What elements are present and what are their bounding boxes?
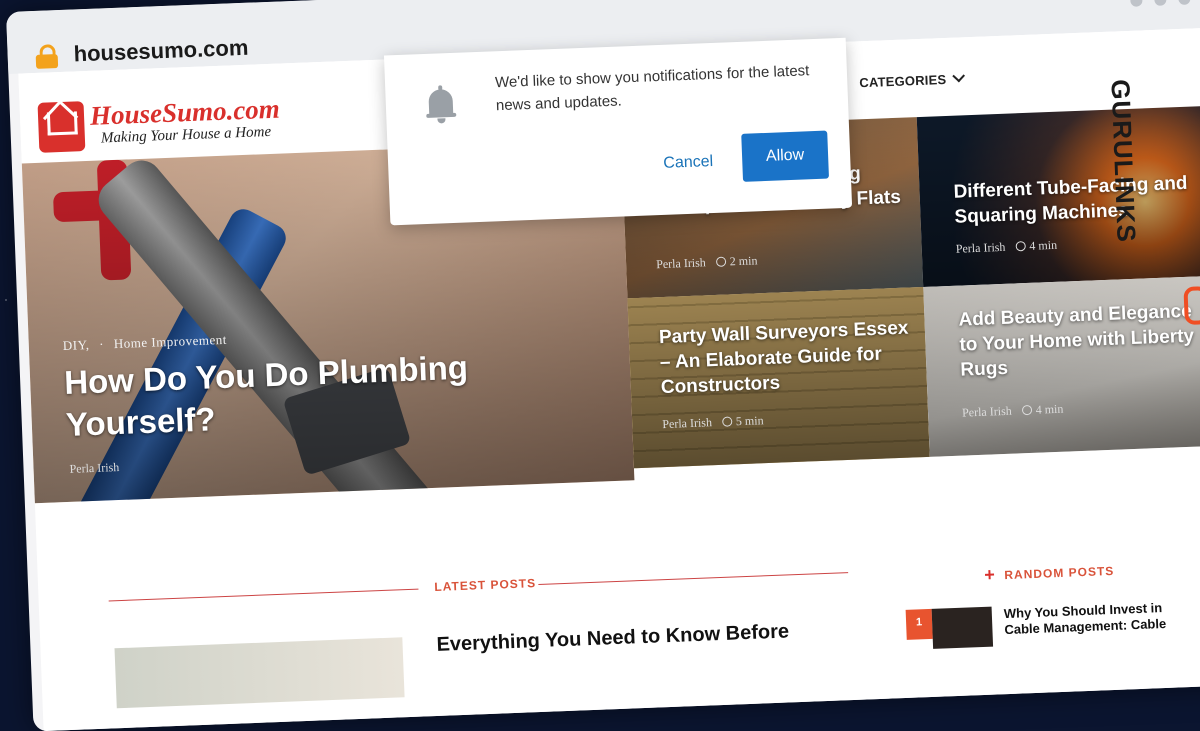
read-time: 4 min (1029, 237, 1058, 253)
hero-post-tile[interactable]: Different Tube-Facing and Squaring Machi… (916, 105, 1200, 287)
post-title[interactable]: Different Tube-Facing and Squaring Machi… (953, 170, 1200, 230)
random-post-title[interactable]: Why You Should Invest in Cable Managemen… (1004, 599, 1195, 638)
hero-post-tile[interactable]: Party Wall Surveyors Essex – An Elaborat… (627, 286, 930, 469)
clock-icon (1015, 241, 1026, 252)
nav-categories[interactable]: CATEGORIES (859, 69, 966, 91)
post-author[interactable]: Perla Irish (656, 255, 706, 271)
rank-badge: 1 (905, 608, 933, 640)
section-label: LATEST POSTS (434, 576, 537, 594)
cancel-button[interactable]: Cancel (645, 138, 731, 187)
post-author[interactable]: Perla Irish (956, 240, 1006, 256)
window-dot-icon[interactable] (1178, 0, 1191, 5)
chain-link-icon (1183, 286, 1200, 325)
hero-post-tile[interactable]: Add Beauty and Elegance to Your Home wit… (923, 275, 1200, 457)
clock-icon (715, 256, 726, 267)
notification-message: We'd like to show you notifications for … (494, 62, 810, 115)
web-page: HouseSumo.com Making Your House a Home C… (18, 27, 1200, 731)
read-time: 5 min (735, 413, 764, 429)
nav-categories-label: CATEGORIES (859, 71, 947, 91)
latest-post-title[interactable]: Everything You Need to Know Before (436, 620, 789, 657)
window-dot-icon[interactable] (1154, 0, 1167, 6)
allow-button[interactable]: Allow (741, 130, 829, 182)
window-dot-icon[interactable] (1130, 0, 1143, 7)
category-link[interactable]: Home Improvement (114, 332, 228, 351)
post-author[interactable]: Perla Irish (69, 460, 119, 477)
section-label: RANDOM POSTS (1004, 563, 1115, 583)
post-thumbnail[interactable] (931, 606, 994, 649)
read-time: 2 min (729, 253, 758, 269)
divider (538, 572, 849, 585)
clock-icon (1021, 404, 1032, 416)
bell-icon (425, 85, 457, 124)
category-link[interactable]: DIY, (63, 337, 90, 353)
house-logo-icon (37, 101, 86, 153)
post-title[interactable]: How Do You Do Plumbing Yourself? (63, 346, 486, 446)
post-title[interactable]: Party Wall Surveyors Essex – An Elaborat… (659, 316, 912, 401)
window-controls (1130, 0, 1191, 7)
post-thumbnail[interactable] (114, 637, 405, 709)
post-title[interactable]: Add Beauty and Elegance to Your Home wit… (958, 298, 1200, 382)
read-time: 4 min (1035, 401, 1064, 417)
browser-window: housesumo.com HouseSumo.com Making Your … (6, 0, 1200, 731)
brand-text: GURULINKS (1105, 78, 1142, 244)
address-bar[interactable]: housesumo.com (73, 35, 249, 68)
divider (108, 588, 419, 602)
lock-icon (35, 44, 59, 69)
plus-icon: + (983, 564, 996, 585)
clock-icon (721, 416, 733, 427)
post-author[interactable]: Perla Irish (662, 415, 712, 431)
post-author[interactable]: Perla Irish (962, 404, 1012, 420)
latest-posts-heading: LATEST POSTS (108, 562, 849, 620)
notification-prompt: We'd like to show you notifications for … (383, 37, 853, 226)
chevron-down-icon (952, 69, 966, 83)
